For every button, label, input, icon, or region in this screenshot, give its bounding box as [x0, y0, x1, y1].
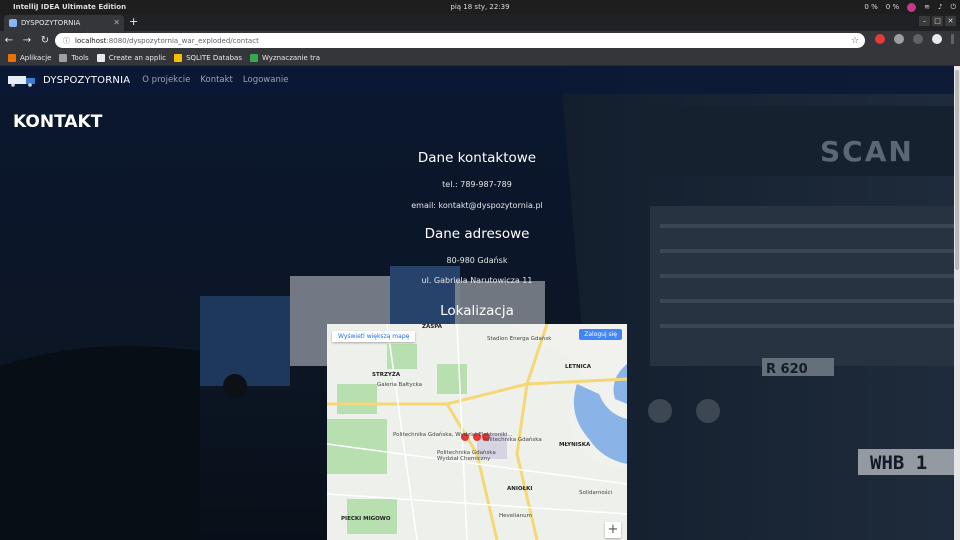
bookmark-icon — [59, 53, 68, 62]
map-sign-in-button[interactable]: Zaloguj się — [579, 329, 622, 340]
tab-strip: DYSPOZYTORNIA ✕ + – □ ✕ — [0, 14, 960, 31]
map-label: ANIOŁKI — [507, 486, 533, 492]
page-scrollbar[interactable] — [954, 66, 960, 540]
tab-title: DYSPOZYTORNIA — [21, 19, 81, 27]
close-window-button[interactable]: ✕ — [945, 16, 956, 26]
bookmark-item[interactable]: Tools — [59, 53, 89, 62]
nav-link-contact[interactable]: Kontakt — [200, 75, 233, 85]
phone-line: tel.: 789-987-789 — [327, 172, 627, 191]
forward-button[interactable]: → — [18, 35, 36, 46]
wifi-icon[interactable]: ≋ — [924, 3, 930, 11]
email-text: email: kontakt@dyspozytornia.pl — [411, 201, 543, 210]
map-label: Hevelianum — [499, 513, 532, 519]
city-text: 80-980 Gdańsk — [446, 256, 508, 265]
brand-name[interactable]: DYSPOZYTORNIA — [43, 75, 130, 86]
map-label: LETNICA — [565, 364, 591, 370]
phone-text: tel.: 789-987-789 — [442, 180, 512, 189]
bookmark-item[interactable]: Aplikacje — [8, 53, 52, 62]
map-label: STRZYŻA — [372, 372, 401, 378]
new-tab-button[interactable]: + — [129, 15, 138, 28]
back-button[interactable]: ← — [0, 35, 18, 46]
bookmark-label: Create an applic — [108, 53, 167, 62]
view-larger-map-button[interactable]: Wyświetl większą mapę — [332, 331, 416, 342]
system-tray: 0 % 0 % ≋ ♪ ⏻ — [864, 2, 956, 12]
bookmarks-bar: Aplikacje Tools Create an applic SQLITE Dat… — [0, 50, 960, 66]
power-icon[interactable]: ⏻ — [950, 3, 956, 12]
map-label: Politechnika Gdańska — [483, 437, 542, 443]
street-line: ul. Gabriela Narutowicza 11 — [327, 268, 627, 287]
url-host: localhost — [75, 36, 107, 45]
bookmark-icon — [96, 53, 105, 62]
maximize-button[interactable]: □ — [932, 16, 943, 26]
location-heading: Lokalizacja — [440, 303, 514, 319]
address-bar[interactable]: ⓘ localhost :8080/dyspozytornia_war_expl… — [55, 33, 865, 48]
address-heading: Dane adresowe — [424, 226, 530, 242]
map-label: ZASPA — [422, 324, 442, 330]
extension-shield-icon[interactable] — [875, 34, 885, 44]
os-top-bar: IntelliJ IDEA Ultimate Edition pią 18 st… — [0, 0, 960, 14]
extension-g-icon[interactable] — [913, 34, 923, 44]
bookmark-label: Wyznaczanie tra — [262, 53, 320, 62]
map-zoom-in-button[interactable]: + — [605, 522, 621, 538]
bookmark-label: SQLITE Databas — [186, 53, 242, 62]
browser-tab[interactable]: DYSPOZYTORNIA ✕ — [4, 15, 124, 31]
close-tab-icon[interactable]: ✕ — [113, 18, 120, 27]
minimize-button[interactable]: – — [919, 16, 930, 26]
bookmark-label: Aplikacje — [20, 53, 52, 62]
volume-icon[interactable]: ♪ — [938, 3, 942, 11]
nav-link-login[interactable]: Logowanie — [243, 75, 289, 85]
bookmark-star-icon[interactable]: ☆ — [851, 36, 859, 46]
email-line: email: kontakt@dyspozytornia.pl — [327, 193, 627, 212]
extension-icons — [875, 34, 954, 44]
clock[interactable]: pią 18 sty, 22:39 — [450, 3, 509, 11]
page-title: KONTAKT — [13, 112, 103, 132]
contact-heading: Dane kontaktowe — [417, 150, 537, 166]
map-label: MŁYNISKA — [559, 442, 591, 448]
scrollbar-thumb[interactable] — [955, 70, 959, 270]
web-page: SCAN R 620 WHB 1 DYSPOZYTORNIA O projekc… — [0, 66, 954, 540]
url-path: :8080/dyspozytornia_war_exploded/contact — [106, 36, 259, 45]
reload-button[interactable]: ↻ — [36, 35, 54, 46]
info-icon[interactable]: ⓘ — [63, 36, 70, 46]
favicon-icon — [9, 19, 17, 27]
address-section: Dane adresowe — [327, 226, 627, 242]
nav-link-about[interactable]: O projekcie — [142, 75, 190, 85]
contact-section: Dane kontaktowe — [327, 150, 627, 166]
map-label: Stadion Energa Gdańsk — [487, 336, 552, 342]
extension-icon[interactable] — [894, 34, 904, 44]
bookmark-icon — [250, 53, 258, 62]
bookmark-icon — [174, 53, 183, 62]
cpu-indicator[interactable]: 0 % — [864, 3, 877, 11]
site-navbar: DYSPOZYTORNIA O projekcie Kontakt Logowa… — [0, 66, 954, 94]
bookmark-item[interactable]: Create an applic — [96, 53, 167, 62]
map-label: Solidarności — [579, 490, 613, 496]
mem-indicator[interactable]: 0 % — [886, 3, 899, 11]
map-label: Galeria Bałtycka — [377, 382, 423, 388]
user-avatar-icon[interactable] — [907, 2, 917, 12]
menu-icon[interactable] — [951, 34, 954, 44]
bookmark-icon — [8, 53, 16, 62]
street-text: ul. Gabriela Narutowicza 11 — [421, 276, 533, 285]
map-label: PIECKI MIGOWO — [341, 516, 391, 522]
google-map-embed[interactable]: ZASPA Stadion Energa Gdańsk STRZYŻA LETN… — [327, 324, 627, 540]
browser-toolbar: ← → ↻ ⓘ localhost :8080/dyspozytornia_wa… — [0, 31, 960, 50]
bookmark-item[interactable]: Wyznaczanie tra — [250, 53, 320, 62]
city-line: 80-980 Gdańsk — [327, 248, 627, 267]
truck-logo-icon[interactable] — [8, 73, 38, 87]
location-section: Lokalizacja — [327, 303, 627, 319]
active-app-name[interactable]: IntelliJ IDEA Ultimate Edition — [13, 3, 126, 11]
profile-icon[interactable] — [932, 34, 942, 44]
bookmark-label: Tools — [71, 53, 89, 62]
window-controls: – □ ✕ — [919, 16, 956, 26]
bookmark-item[interactable]: SQLITE Databas — [174, 53, 242, 62]
map-label: Politechnika Gdańska Wydział Chemiczny — [437, 450, 496, 462]
